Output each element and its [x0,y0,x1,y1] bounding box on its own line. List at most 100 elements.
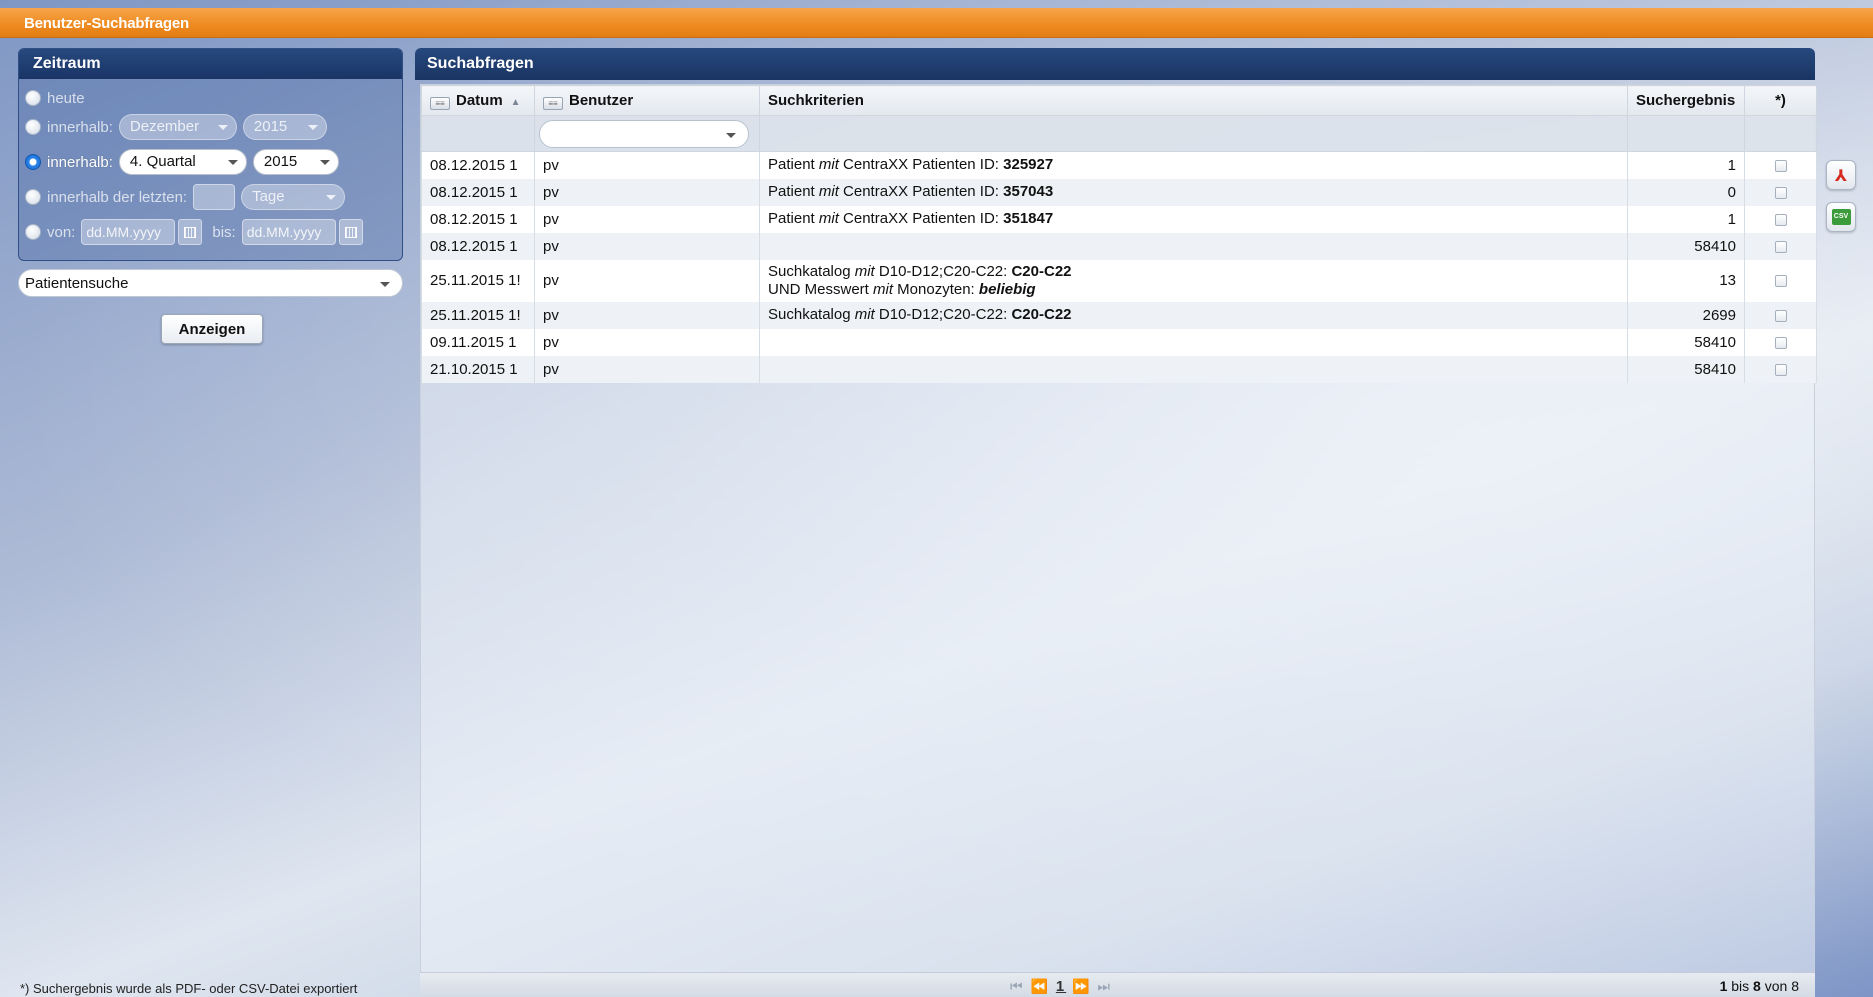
column-header-suchkriterien[interactable]: Suchkriterien [759,85,1628,116]
chevron-down-icon [326,195,337,200]
radio-von-bis[interactable] [25,224,41,240]
export-checkbox[interactable] [1774,213,1787,226]
record-count: 1 bis 8 von 8 [1720,978,1799,994]
table-row[interactable]: 21.10.2015 1 pv 58410 [421,355,1817,383]
cell-suchkriterien: Patient mit CentraXX Patienten ID: 35704… [759,178,1628,206]
export-checkbox[interactable] [1774,336,1787,349]
first-page-icon[interactable]: ⏮ [1010,978,1025,994]
bis-date-input[interactable]: dd.MM.yyyy [241,219,336,245]
option-von-bis[interactable]: von: dd.MM.yyyy bis: dd.MM.yyyy [25,219,363,245]
csv-glyph: CSV [1831,209,1851,225]
search-type-value: Patientensuche [25,275,129,292]
export-checkbox[interactable] [1774,275,1787,288]
crit-text: CentraXX Patienten ID: [838,156,1004,174]
letzten-unit-select[interactable]: Tage [241,184,346,210]
column-menu-icon[interactable]: ≡≡ [430,96,450,110]
export-checkbox[interactable] [1774,186,1787,199]
export-checkbox[interactable] [1774,363,1787,376]
chevron-down-icon [319,160,330,165]
option-letzten[interactable]: innerhalb der letzten: Tage [25,184,346,210]
current-page[interactable]: 1 [1056,978,1066,995]
radio-heute[interactable] [25,90,41,106]
left-panel: Zeitraum heute innerhalb: Dezember 2015 … [18,48,403,344]
letzten-count-input[interactable] [193,184,236,210]
cell-export [1744,205,1817,233]
zeitraum-title: Zeitraum [19,49,402,79]
csv-export-icon[interactable]: CSV [1826,202,1856,232]
cell-datum: 08.12.2015 1 [421,232,535,260]
option-innerhalb-monat[interactable]: innerhalb: Dezember 2015 [25,114,327,140]
table-row[interactable]: 09.11.2015 1 pv 58410 [421,328,1817,356]
count-bis-label: bis [1731,978,1750,994]
quarter-year-select[interactable]: 2015 [252,149,339,175]
crit-text: CentraXX Patienten ID: [838,210,1004,227]
column-header-export[interactable]: *) [1744,85,1817,116]
table-row[interactable]: 25.11.2015 1! pv Suchkatalog mit D10-D12… [421,259,1817,302]
next-page-icon[interactable]: ⏩ [1072,978,1091,994]
cell-datum: 08.12.2015 1 [421,205,535,233]
cell-suchkriterien [759,355,1628,383]
export-checkbox[interactable] [1774,159,1787,172]
last-page-icon[interactable]: ⏭ [1097,978,1112,994]
export-checkbox[interactable] [1774,309,1787,322]
cell-suchergebnis: 13 [1627,259,1745,302]
table-row[interactable]: 08.12.2015 1 pv Patient mit CentraXX Pat… [421,205,1817,233]
export-checkbox[interactable] [1774,240,1787,253]
column-header-benutzer[interactable]: ≡≡ Benutzer [534,85,760,116]
cell-datum: 08.12.2015 1 [421,178,535,206]
column-menu-icon[interactable]: ≡≡ [543,96,563,110]
crit-text: CentraXX Patienten ID: [838,183,1004,200]
prev-page-icon[interactable]: ⏪ [1031,978,1050,994]
table-row[interactable]: 25.11.2015 1! pv Suchkatalog mit D10-D12… [421,301,1817,329]
radio-innerhalb-monat[interactable] [25,119,41,135]
crit-text: UND Messwert [768,280,874,298]
label-bis: bis: [212,223,236,241]
cell-export [1744,232,1817,260]
table-row[interactable]: 08.12.2015 1 pv Patient mit CentraXX Pat… [421,151,1817,179]
cell-datum: 25.11.2015 1! [421,259,535,302]
cell-export [1744,178,1817,206]
pdf-export-icon[interactable]: ⅄ [1826,160,1856,190]
month-year-select[interactable]: 2015 [242,114,327,140]
crit-value: 325927 [1003,156,1054,174]
search-type-select[interactable]: Patientensuche [18,269,403,297]
cell-suchergebnis: 58410 [1627,232,1745,260]
month-select[interactable]: Dezember [118,114,237,140]
filter-cell [1744,115,1817,152]
window-title: Benutzer-Suchabfragen [0,8,1873,38]
bis-calendar-icon[interactable] [338,219,363,245]
column-header-datum[interactable]: ≡≡ Datum ▲ [421,85,535,116]
crit-text: Suchkatalog [768,262,855,280]
option-heute[interactable]: heute [25,85,85,111]
quarter-select[interactable]: 4. Quartal [118,149,247,175]
chevron-down-icon [726,132,736,138]
pagination-nav: ⏮ ⏪ 1 ⏩ ⏭ [1010,978,1112,995]
crit-text: D10-D12;C20-C22: [874,306,1012,323]
cell-export [1744,355,1817,383]
benutzer-filter-select[interactable] [539,119,749,148]
quarter-select-value: 4. Quartal [129,153,196,170]
table-row[interactable]: 08.12.2015 1 pv Patient mit CentraXX Pat… [421,178,1817,206]
filter-cell [1627,115,1745,152]
crit-value: 357043 [1003,183,1054,200]
anzeigen-button[interactable]: Anzeigen [161,314,263,344]
crit-text: Patient [768,156,819,174]
radio-letzten[interactable] [25,189,41,205]
von-calendar-icon[interactable] [178,219,203,245]
cell-benutzer: pv [534,259,760,302]
crit-value: 351847 [1003,210,1054,227]
filter-cell [534,115,760,152]
table-row[interactable]: 08.12.2015 1 pv 58410 [421,232,1817,260]
pdf-glyph: ⅄ [1834,165,1848,185]
filter-cell [421,115,535,152]
von-date-input[interactable]: dd.MM.yyyy [81,219,176,245]
column-header-suchergebnis[interactable]: Suchergebnis [1627,85,1745,116]
radio-innerhalb-quartal[interactable] [25,154,41,170]
cell-export [1744,328,1817,356]
table-header-row: ≡≡ Datum ▲ ≡≡ Benutzer Suchkriterien Sucher… [421,85,1817,116]
cell-datum: 25.11.2015 1! [421,301,535,329]
option-innerhalb-quartal[interactable]: innerhalb: 4. Quartal 2015 [25,149,339,175]
letzten-unit-value: Tage [252,188,285,205]
chevron-down-icon [307,125,318,130]
crit-operator: mit [818,183,839,200]
